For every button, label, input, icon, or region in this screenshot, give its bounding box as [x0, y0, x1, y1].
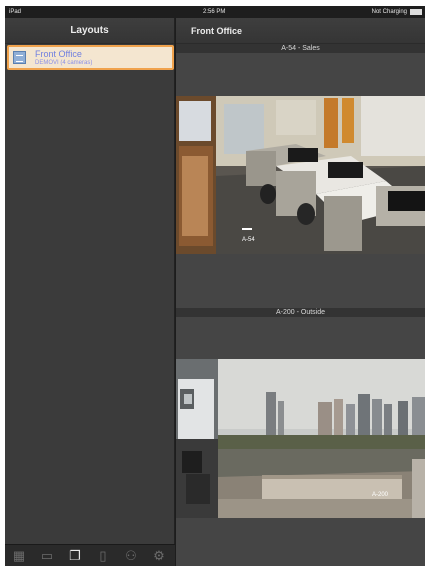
tab-bar: ▦ ▭ ❐ ▯ ⚇ ⚙ [5, 544, 175, 566]
status-time: 2:56 PM [203, 9, 226, 15]
camera-overlay-outside: A-200 [372, 492, 389, 498]
sidebar-title: Layouts [5, 18, 174, 44]
camera-overlay-sales: A-54 [242, 237, 255, 243]
layout-item-title: Front Office [35, 49, 82, 59]
layout-title: Front Office [176, 18, 425, 44]
device-name: iPad [9, 9, 22, 15]
layouts-grid-icon[interactable]: ▦ [11, 548, 27, 564]
status-bar: iPad 2:56 PM Not Charging [5, 6, 425, 18]
battery-icon [410, 9, 422, 15]
layouts-sidebar: Layouts Front Office DEMOVI (4 cameras) … [5, 18, 175, 566]
office-camera-image [176, 96, 425, 254]
ipad-screen: iPad 2:56 PM Not Charging Layouts Front … [5, 6, 425, 566]
charging-status: Not Charging [371, 9, 407, 15]
camera-label-sales: A-54 - Sales [176, 44, 425, 53]
stacked-pages-icon[interactable]: ❐ [67, 548, 83, 564]
layout-icon [13, 51, 26, 64]
layout-item-subtitle: DEMOVI (4 cameras) [35, 60, 93, 66]
camera-label-outside: A-200 - Outside [176, 308, 425, 317]
settings-gear-icon[interactable]: ⚙ [151, 548, 167, 564]
document-icon[interactable]: ▯ [95, 548, 111, 564]
camera-feed-sales[interactable]: A-54 [176, 96, 425, 254]
layout-item-front-office[interactable]: Front Office DEMOVI (4 cameras) [7, 45, 174, 70]
users-icon[interactable]: ⚇ [123, 548, 139, 564]
camera-icon[interactable]: ▭ [39, 548, 55, 564]
layout-view: Front Office A-54 - Sales A-54 A-200 - O… [176, 18, 425, 566]
camera-feed-outside[interactable]: A-200 [176, 359, 425, 518]
